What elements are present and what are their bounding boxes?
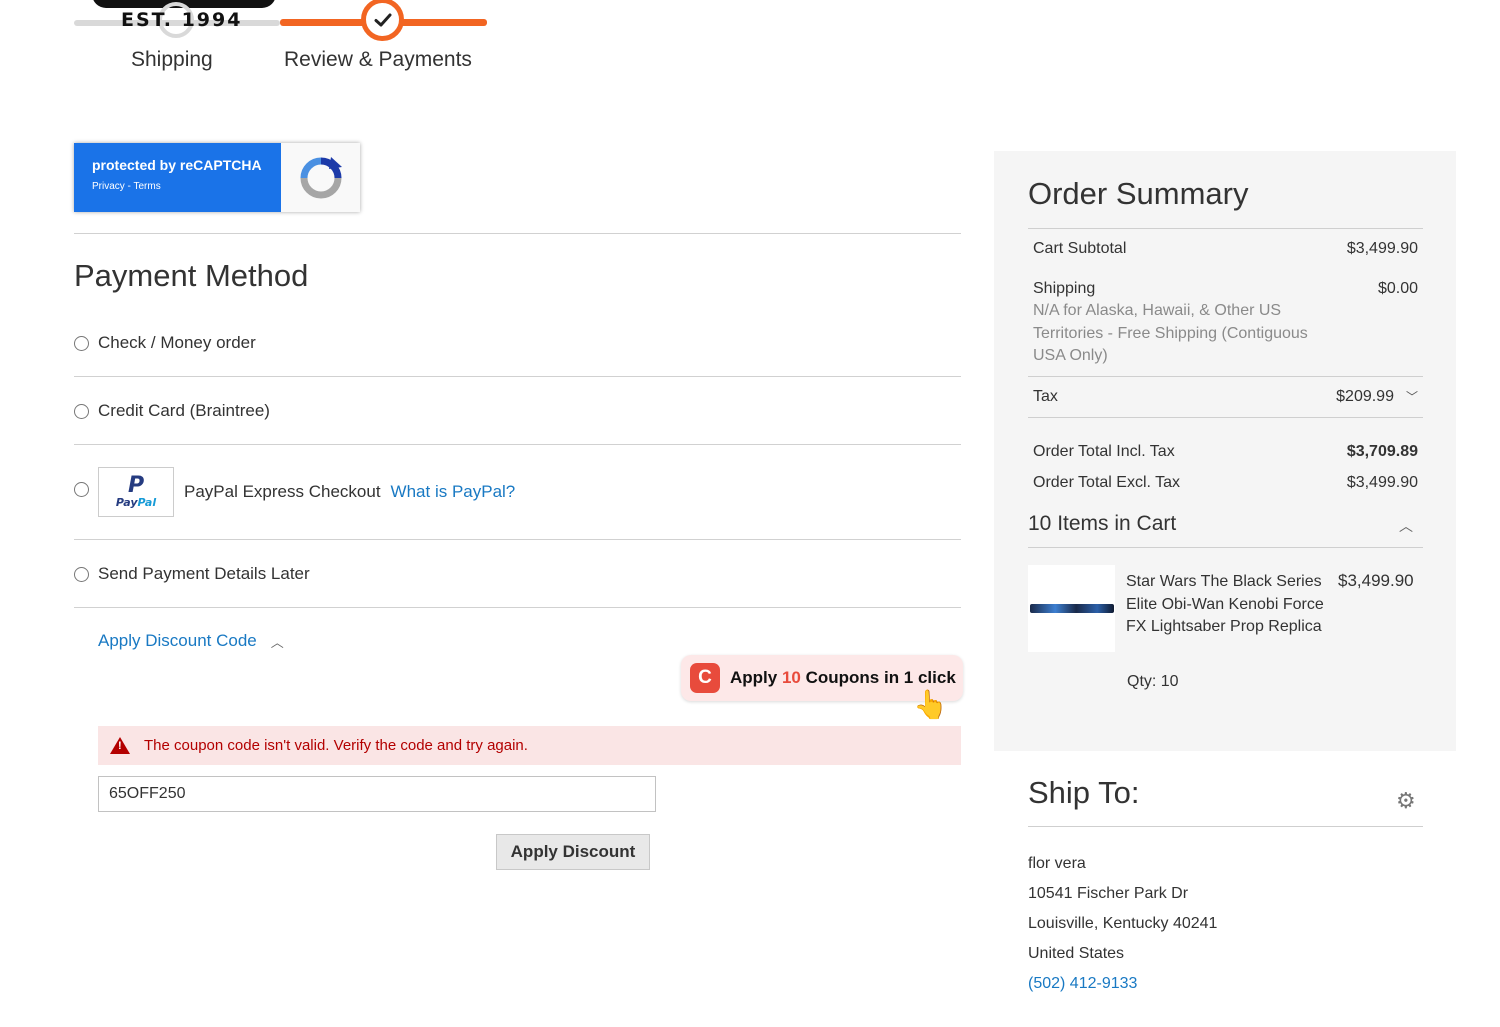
divider <box>74 444 961 445</box>
step-shipping-label[interactable]: Shipping <box>131 48 213 72</box>
lightsaber-image <box>1029 604 1114 613</box>
chevron-up-icon: ︿ <box>270 634 284 650</box>
summary-row-tax[interactable]: Tax $209.99 ﹀ <box>1033 388 1418 406</box>
recaptcha-badge: protected by reCAPTCHA Privacy - Terms <box>74 143 360 212</box>
apply-discount-button[interactable]: Apply Discount <box>496 834 650 870</box>
divider <box>74 376 961 377</box>
payment-option-label: Send Payment Details Later <box>98 564 310 583</box>
product-qty: Qty: 10 <box>1127 673 1179 690</box>
summary-row-total-incl: Order Total Incl. Tax $3,709.89 <box>1033 443 1418 460</box>
payment-option-label: PayPal Express Checkout <box>184 482 381 501</box>
product-thumbnail <box>1028 565 1115 652</box>
step-review-label: Review & Payments <box>284 48 472 71</box>
coupon-error-message: The coupon code isn't valid. Verify the … <box>98 726 961 765</box>
recaptcha-logo-icon <box>281 143 360 212</box>
chevron-down-icon: ﹀ <box>1405 390 1418 404</box>
items-in-cart-label: 10 Items in Cart <box>1028 512 1177 535</box>
divider <box>1028 826 1423 827</box>
check-icon <box>374 13 391 26</box>
divider <box>1028 547 1423 548</box>
coupon-error-text: The coupon code isn't valid. Verify the … <box>144 737 528 754</box>
recaptcha-text-panel: protected by reCAPTCHA Privacy - Terms <box>74 143 281 212</box>
divider <box>74 607 961 608</box>
summary-row-total-excl: Order Total Excl. Tax $3,499.90 <box>1033 474 1418 491</box>
payment-option-check[interactable]: Check / Money order <box>74 333 256 353</box>
payment-option-label: Credit Card (Braintree) <box>98 401 270 420</box>
radio-paypal[interactable] <box>74 481 89 497</box>
what-is-paypal-link[interactable]: What is PayPal? <box>391 482 516 502</box>
ship-street: 10541 Fischer Park Dr <box>1028 885 1189 902</box>
payment-method-title: Payment Method <box>74 258 309 293</box>
product-price: $3,499.90 <box>1338 571 1414 590</box>
ship-city-line: Louisville, Kentucky 40241 <box>1028 915 1218 932</box>
hand-pointer-icon: 👆 <box>913 689 948 720</box>
step-review-marker <box>361 0 404 41</box>
coupon-extension-logo-icon: C <box>690 663 720 693</box>
discount-code-input[interactable] <box>98 776 656 812</box>
paypal-p-icon: P <box>127 472 145 498</box>
divider <box>74 539 961 540</box>
summary-row-subtotal: Cart Subtotal $3,499.90 <box>1033 240 1418 257</box>
summary-row-shipping: Shipping $0.00 <box>1033 280 1418 297</box>
divider <box>1028 417 1423 418</box>
logo-text: EST. 1994 <box>121 9 243 31</box>
payment-option-paypal[interactable]: P PayPal PayPal Express Checkout What is… <box>74 467 515 517</box>
warning-icon <box>110 737 130 754</box>
ship-country: United States <box>1028 945 1125 962</box>
ship-name: flor vera <box>1028 855 1086 872</box>
paypal-logo: P PayPal <box>98 467 174 517</box>
chevron-up-icon: ︿ <box>1399 518 1413 534</box>
divider <box>1028 376 1423 377</box>
order-summary-title: Order Summary <box>1028 176 1249 211</box>
coupon-extension-text: Apply 10 Coupons in 1 click <box>730 668 956 687</box>
radio-check[interactable] <box>74 335 89 351</box>
recaptcha-links[interactable]: Privacy - Terms <box>92 181 281 192</box>
ship-to-title: Ship To: <box>1028 775 1140 810</box>
divider <box>1028 228 1423 229</box>
payment-option-label: Check / Money order <box>98 333 256 352</box>
divider <box>74 233 961 234</box>
radio-credit-card[interactable] <box>74 403 89 419</box>
apply-discount-toggle-label: Apply Discount Code <box>98 631 257 650</box>
gear-icon[interactable]: ⚙ <box>1396 788 1416 814</box>
payment-option-credit-card[interactable]: Credit Card (Braintree) <box>74 401 270 421</box>
items-in-cart-toggle[interactable]: 10 Items in Cart ︿ <box>1028 512 1423 536</box>
paypal-wordmark: PayPal <box>115 495 157 509</box>
product-name: Star Wars The Black Series Elite Obi-Wan… <box>1126 573 1324 635</box>
recaptcha-title: protected by reCAPTCHA <box>92 157 262 173</box>
shipping-note: N/A for Alaska, Hawaii, & Other US Terri… <box>1033 302 1308 364</box>
apply-discount-toggle[interactable]: Apply Discount Code ︿ <box>98 631 284 651</box>
payment-option-send-later[interactable]: Send Payment Details Later <box>74 564 310 584</box>
ship-phone-link[interactable]: (502) 412-9133 <box>1028 975 1137 993</box>
radio-send-later[interactable] <box>74 566 89 582</box>
